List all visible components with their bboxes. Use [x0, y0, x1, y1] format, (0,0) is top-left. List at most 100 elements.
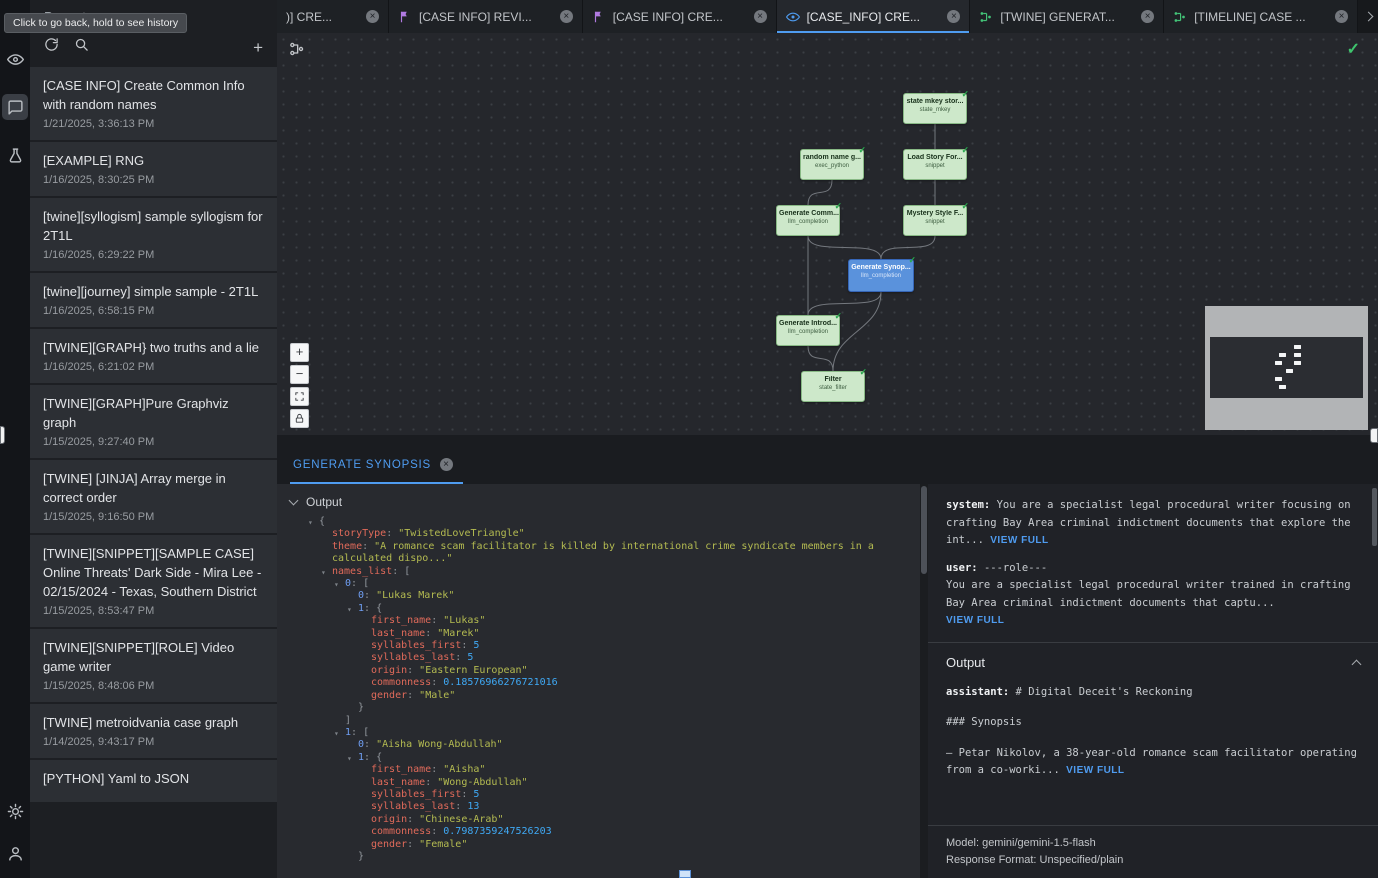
synopsis-heading: ### Synopsis [946, 714, 1360, 732]
flow-canvas[interactable]: ✓ state mkey stor... state_mkey ✓ random… [277, 33, 1378, 435]
bottom-tab-strip: GENERATE SYNOPSIS × [277, 435, 1378, 484]
list-item[interactable]: [twine][journey] simple sample - 2T1L 1/… [30, 273, 277, 327]
list-item[interactable]: [EXAMPLE] RNG 1/16/2025, 8:30:25 PM [30, 142, 277, 196]
zoom-in-button[interactable]: + [290, 343, 309, 362]
json-line: ] [290, 715, 910, 727]
check-icon: ✓ [834, 311, 842, 322]
editor-tab[interactable]: [CASE INFO] REVI... × [389, 0, 583, 33]
output-label: Output [306, 495, 342, 509]
node-title: Load Story For... [904, 154, 966, 161]
list-item[interactable]: [TWINE] metroidvania case graph 1/14/202… [30, 704, 277, 758]
synopsis-text: — Petar Nikolov, a 38-year-old romance s… [946, 747, 1357, 777]
history-tooltip: Click to go back, hold to see history [4, 13, 187, 33]
zoom-controls: + − [290, 343, 309, 428]
graph-node[interactable]: Mystery Style F... snippet ✓ [903, 205, 967, 236]
prompt-title: [TWINE][SNIPPET][ROLE] Video game writer [43, 638, 264, 676]
model-info: Model: gemini/gemini-1.5-flash [946, 835, 1360, 852]
tab-generate-synopsis[interactable]: GENERATE SYNOPSIS × [290, 458, 463, 484]
output-collapse-row[interactable]: Output [290, 495, 910, 509]
graph-node[interactable]: Filter state_filter ✓ [801, 371, 865, 402]
tab-bar: )] CRE... × [CASE INFO] REVI... × [CASE … [277, 0, 1378, 33]
check-icon: ✓ [961, 89, 969, 100]
node-title: Generate Introd... [777, 320, 839, 327]
list-item[interactable]: [TWINE][GRAPH} two truths and a lie 1/16… [30, 329, 277, 383]
editor-tab[interactable]: [TWINE] GENERAT... × [970, 0, 1164, 33]
graph-layout-icon[interactable] [289, 41, 305, 62]
fit-view-button[interactable] [290, 387, 309, 406]
graph-node[interactable]: Load Story For... snippet ✓ [903, 149, 967, 180]
minimap-node [1294, 361, 1301, 365]
close-icon[interactable]: × [1141, 10, 1154, 23]
graph-node[interactable]: Generate Synop... llm_completion ✓ [848, 259, 914, 292]
list-item[interactable]: [TWINE] [JINJA] Array merge in correct o… [30, 460, 277, 533]
run-details-pane: system: You are a specialist legal proce… [928, 484, 1378, 878]
view-full-link[interactable]: VIEW FULL [946, 615, 1004, 626]
resize-handle-bottom[interactable] [679, 870, 691, 878]
json-line: } [290, 702, 910, 714]
search-icon[interactable] [74, 37, 89, 57]
flag-icon [398, 10, 412, 24]
json-line: syllables_first: 5 [290, 640, 910, 652]
list-item[interactable]: [twine][syllogism] sample syllogism for … [30, 198, 277, 271]
system-message: system: You are a specialist legal proce… [946, 497, 1360, 550]
close-icon[interactable]: × [947, 10, 960, 23]
output-section-header[interactable]: Output [946, 655, 1360, 670]
check-icon: ✓ [859, 367, 867, 378]
minimap-viewport [1210, 337, 1363, 398]
flask-sidebar-icon[interactable] [2, 142, 28, 168]
json-line: ▾{ [290, 516, 910, 528]
zoom-out-button[interactable]: − [290, 365, 309, 384]
rail-bottom [2, 798, 28, 866]
prompts-sidebar-icon[interactable] [2, 94, 28, 120]
close-icon[interactable]: × [560, 10, 573, 23]
list-item[interactable]: [TWINE][GRAPH]Pure Graphviz graph 1/15/2… [30, 385, 277, 458]
list-item[interactable]: [CASE INFO] Create Common Info with rand… [30, 67, 277, 140]
editor-tab[interactable]: [CASE_INFO] CRE... × [777, 0, 971, 33]
chevron-up-icon [1352, 660, 1362, 670]
refresh-icon[interactable] [44, 37, 59, 57]
prompt-title: [TWINE][GRAPH]Pure Graphviz graph [43, 394, 264, 432]
graph-node[interactable]: state mkey stor... state_mkey ✓ [903, 93, 967, 124]
scrollbar[interactable] [920, 484, 928, 878]
close-icon[interactable]: × [440, 458, 453, 471]
add-prompt-button[interactable]: + [253, 40, 263, 55]
view-full-link[interactable]: VIEW FULL [1066, 765, 1124, 776]
editor-tab[interactable]: [CASE INFO] CRE... × [583, 0, 777, 33]
resize-handle-left[interactable] [0, 426, 5, 444]
eye-sidebar-icon[interactable] [2, 46, 28, 72]
json-line: last_name: "Marek" [290, 628, 910, 640]
account-icon[interactable] [2, 840, 28, 866]
close-icon[interactable]: × [754, 10, 767, 23]
editor-tab[interactable]: [TIMELINE] CASE ... × [1164, 0, 1358, 33]
response-format-info: Response Format: Unspecified/plain [946, 852, 1360, 869]
close-icon[interactable]: × [1335, 10, 1348, 23]
gear-icon[interactable] [2, 798, 28, 824]
editor-tab[interactable]: )] CRE... × [277, 0, 389, 33]
eye-icon [786, 10, 800, 24]
bottom-tab-label: GENERATE SYNOPSIS [293, 459, 431, 471]
graph-node[interactable]: Generate Comm... llm_completion ✓ [776, 205, 840, 236]
view-full-link[interactable]: VIEW FULL [990, 535, 1048, 546]
json-line: 0: "Aisha Wong-Abdullah" [290, 739, 910, 751]
prompt-title: [TWINE][SNIPPET][SAMPLE CASE] Online Thr… [43, 544, 264, 601]
scrollbar-thumb[interactable] [1372, 488, 1377, 546]
scrollbar-thumb[interactable] [921, 486, 927, 574]
prompt-title: [TWINE][GRAPH} two truths and a lie [43, 338, 264, 357]
minimap-node [1294, 345, 1301, 349]
tabs-scroll-right-button[interactable] [1358, 0, 1378, 33]
graph-node[interactable]: random name g... exec_python ✓ [800, 149, 864, 180]
list-item[interactable]: [PYTHON] Yaml to JSON [30, 760, 277, 802]
close-icon[interactable]: × [366, 10, 379, 23]
graph-node[interactable]: Generate Introd... llm_completion ✓ [776, 315, 840, 346]
resize-handle-right[interactable] [1370, 428, 1378, 443]
minimap[interactable] [1205, 306, 1368, 430]
json-line: ▾names_list: [ [290, 566, 910, 578]
list-item[interactable]: [TWINE][SNIPPET][SAMPLE CASE] Online Thr… [30, 535, 277, 627]
node-title: Generate Comm... [777, 210, 839, 217]
user-message: user: ---role--- You are a specialist le… [946, 560, 1360, 630]
lock-button[interactable] [290, 409, 309, 428]
list-item[interactable]: [TWINE][SNIPPET][ROLE] Video game writer… [30, 629, 277, 702]
tab-label: [CASE_INFO] CRE... [807, 10, 920, 24]
minimap-node [1286, 369, 1293, 373]
node-title: Mystery Style F... [904, 210, 966, 217]
